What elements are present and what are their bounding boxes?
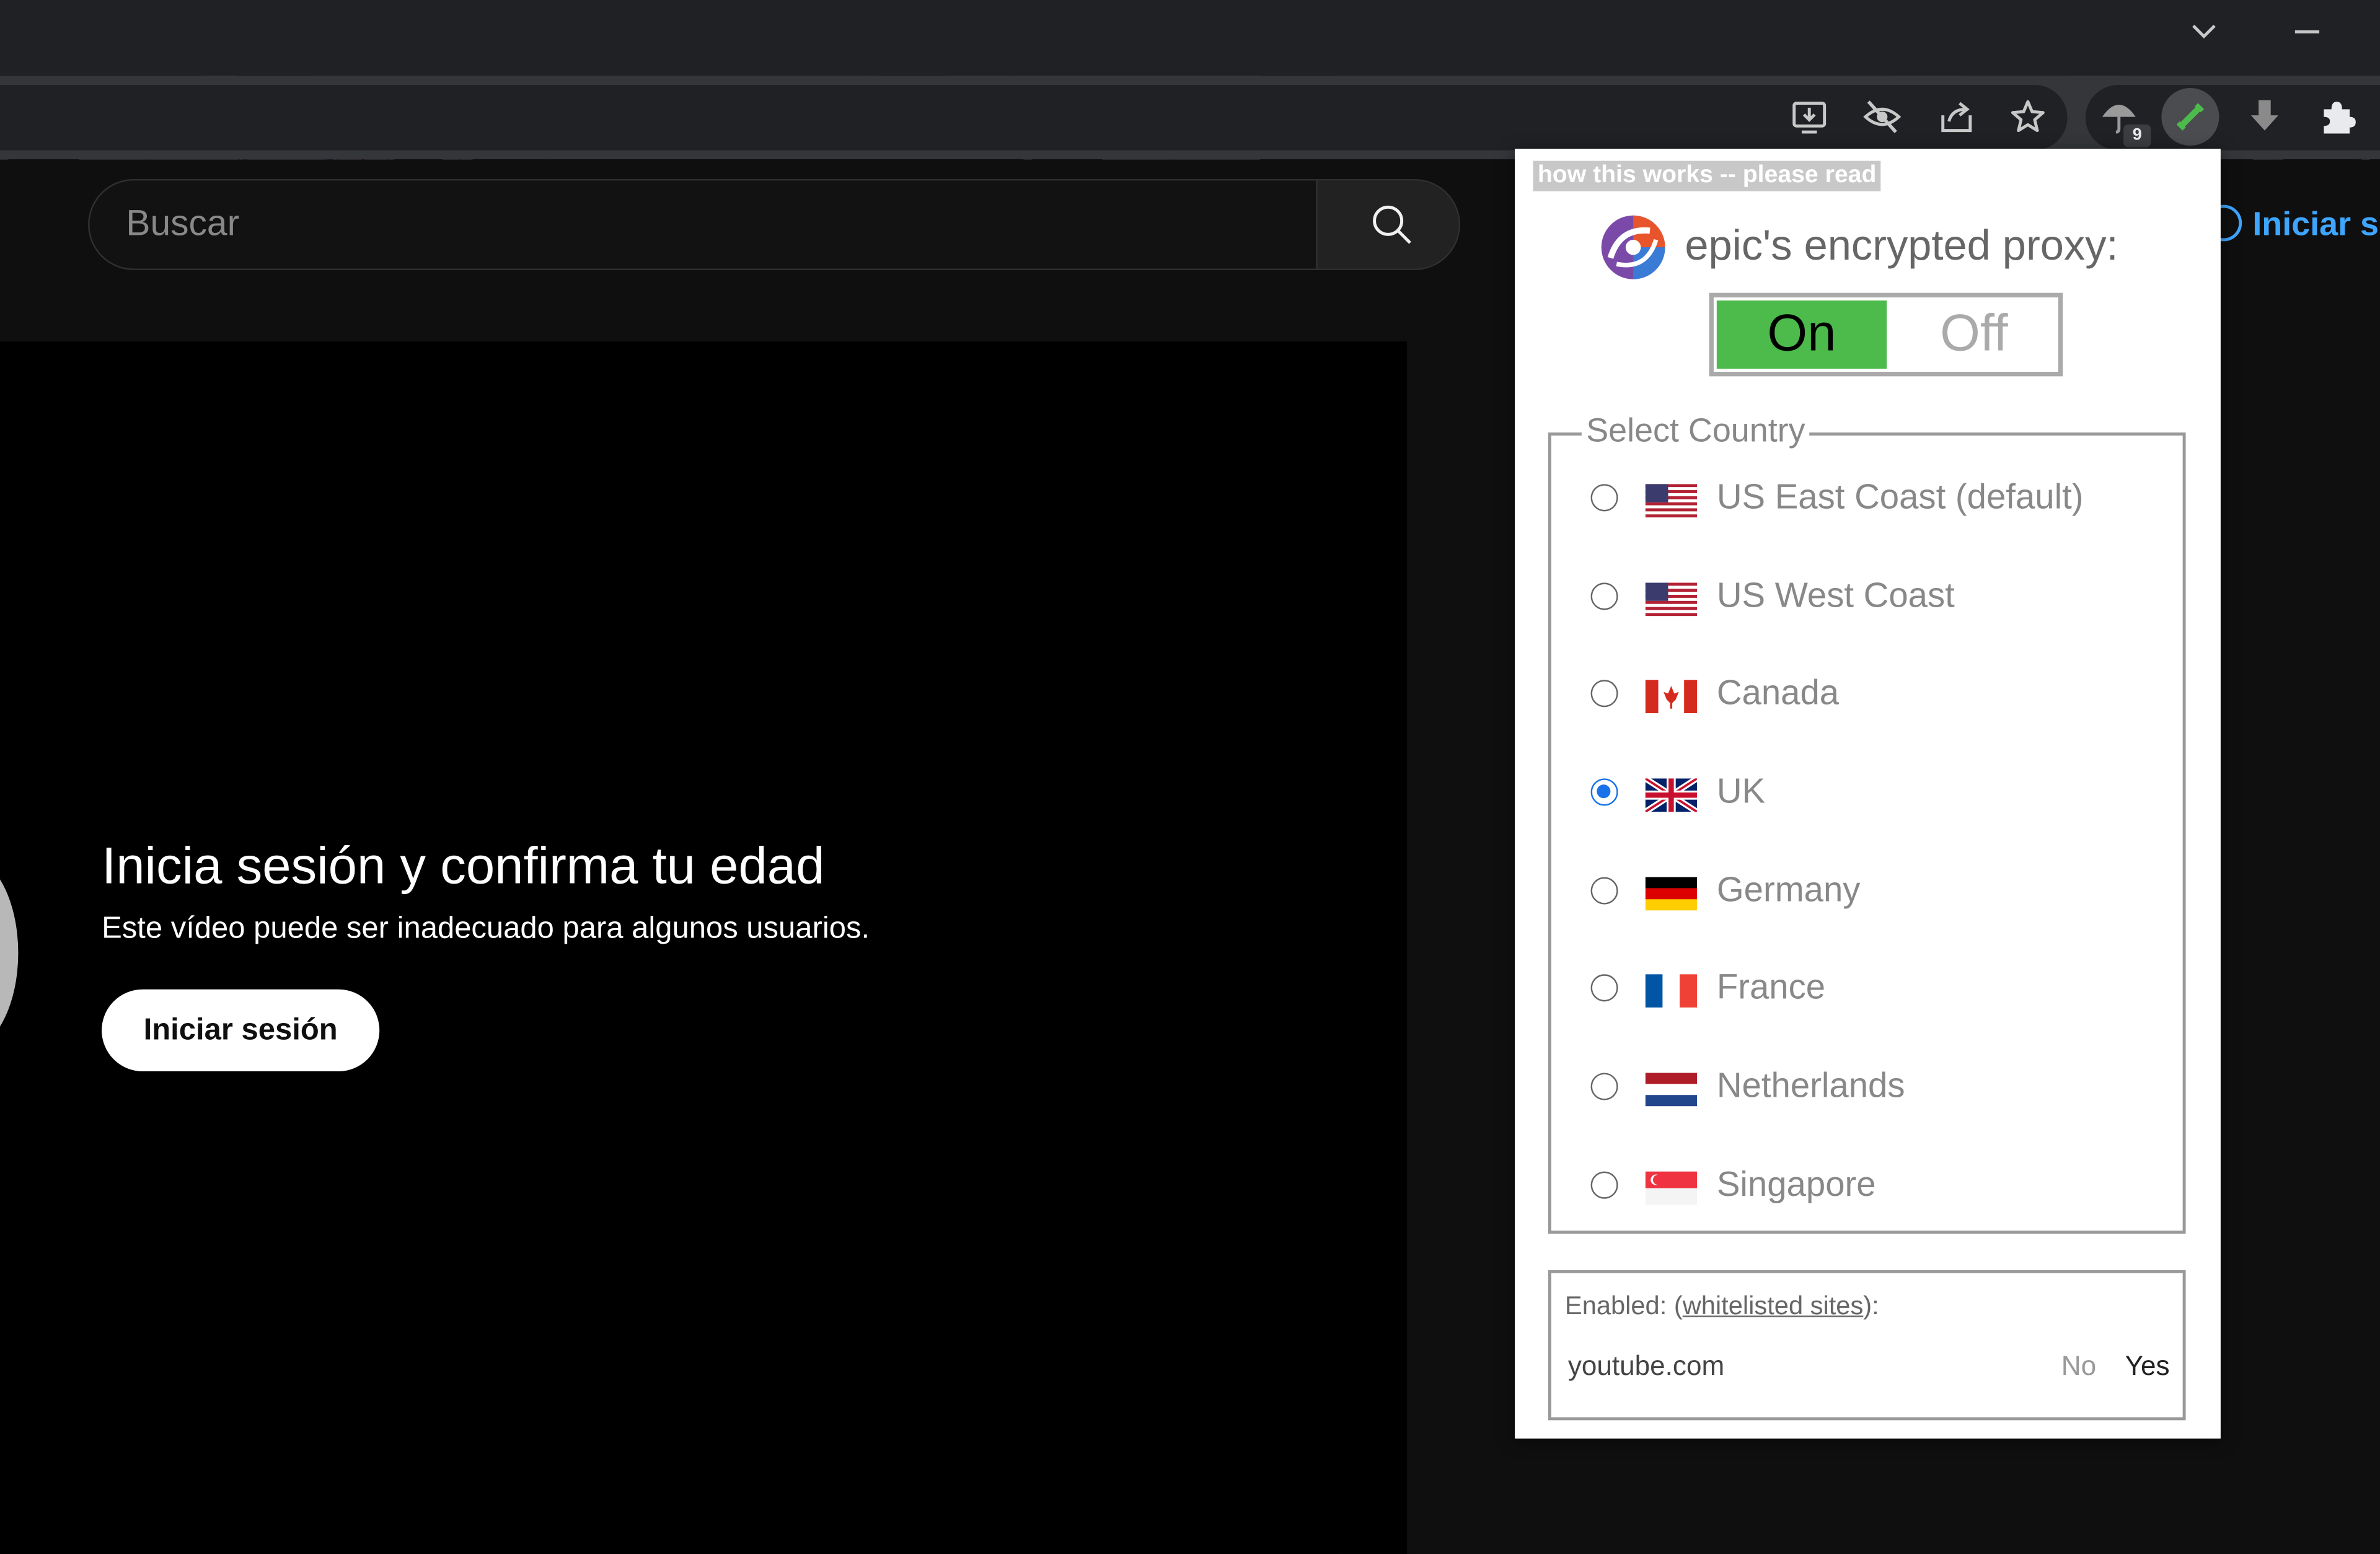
share-icon[interactable] (1937, 97, 1977, 137)
whitelist-yes-option[interactable]: Yes (2125, 1351, 2170, 1382)
radio-button[interactable] (1591, 974, 1618, 1001)
france-flag-icon (1646, 974, 1697, 1007)
address-bar[interactable] (0, 85, 2068, 150)
age-gate-subtitle: Este vídeo puede ser inadecuado para alg… (102, 912, 870, 947)
search-input[interactable] (89, 180, 1316, 268)
country-option-netherlands[interactable]: Netherlands (1551, 1058, 2183, 1118)
country-option-uk[interactable]: UK (1551, 763, 2183, 824)
puzzle-icon[interactable] (2318, 97, 2358, 137)
country-name: France (1717, 967, 1825, 1007)
download-icon[interactable] (2245, 97, 2285, 137)
singapore-flag-icon (1646, 1172, 1697, 1205)
radio-button[interactable] (1591, 582, 1618, 610)
popup-title: epic's encrypted proxy: (1685, 222, 2118, 270)
radio-button-selected[interactable] (1591, 778, 1618, 806)
enabled-label: Enabled: (whitelisted sites): (1565, 1291, 1879, 1322)
whitelist-no-option[interactable]: No (2061, 1351, 2096, 1382)
country-name: UK (1717, 771, 1765, 812)
enabled-suffix: ): (1863, 1291, 1879, 1320)
search-box (88, 179, 1460, 270)
video-player[interactable] (0, 341, 1407, 1554)
radio-button[interactable] (1591, 1172, 1618, 1199)
extension-badge: 9 (2123, 125, 2151, 147)
search-button[interactable] (1316, 180, 1460, 268)
proxy-toggle: On Off (1709, 293, 2063, 377)
country-legend: Select Country (1582, 411, 1810, 451)
country-option-singapore[interactable]: Singapore (1551, 1156, 2183, 1217)
uk-flag-icon (1646, 778, 1697, 812)
chevron-down-icon[interactable] (2187, 15, 2221, 48)
country-fieldset: Select Country US East Coast (default) U… (1548, 432, 2186, 1234)
toggle-on-button[interactable]: On (1717, 301, 1887, 369)
sign-in-label: Iniciar se (2252, 205, 2380, 245)
eye-off-icon[interactable] (1862, 97, 1902, 137)
country-name: US East Coast (default) (1717, 476, 2084, 517)
epic-proxy-popup: how this works -- please read epic's enc… (1515, 149, 2221, 1439)
radio-button[interactable] (1591, 680, 1618, 707)
country-option-france[interactable]: France (1551, 959, 2183, 1020)
epic-proxy-extension-icon (2172, 99, 2209, 135)
country-option-canada[interactable]: Canada (1551, 665, 2183, 726)
netherlands-flag-icon (1646, 1073, 1697, 1106)
install-app-icon[interactable] (1789, 97, 1829, 137)
country-option-us-west[interactable]: US West Coast (1551, 568, 2183, 628)
epic-logo-icon (1598, 213, 1668, 283)
epic-proxy-extension-button[interactable] (2161, 88, 2219, 146)
toggle-off-button[interactable]: Off (1890, 301, 2058, 369)
whitelist-box: Enabled: (whitelisted sites): youtube.co… (1548, 1270, 2186, 1420)
whitelisted-sites-link[interactable]: whitelisted sites (1683, 1291, 1864, 1320)
minimize-icon[interactable] (2293, 21, 2320, 42)
germany-flag-icon (1646, 877, 1697, 911)
country-option-germany[interactable]: Germany (1551, 862, 2183, 923)
search-icon (1370, 203, 1413, 246)
tab-strip (0, 0, 2380, 76)
country-name: US West Coast (1717, 575, 1955, 616)
bookmark-star-icon[interactable] (2008, 97, 2048, 137)
enabled-prefix: Enabled: ( (1565, 1291, 1683, 1320)
canada-flag-icon (1646, 680, 1697, 713)
radio-button[interactable] (1591, 484, 1618, 511)
country-option-us-east[interactable]: US East Coast (default) (1551, 469, 2183, 530)
country-name: Canada (1717, 672, 1839, 713)
help-link[interactable]: how this works -- please read (1533, 161, 1880, 191)
sign-in-link[interactable]: Iniciar se (2204, 199, 2380, 250)
age-gate-title: Inicia sesión y confirma tu edad (102, 838, 824, 897)
us-flag-icon (1646, 582, 1697, 616)
radio-button[interactable] (1591, 877, 1618, 905)
us-flag-icon (1646, 484, 1697, 517)
country-name: Germany (1717, 869, 1861, 910)
country-name: Netherlands (1717, 1065, 1905, 1106)
age-gate-sign-in-button[interactable]: Iniciar sesión (102, 990, 379, 1071)
radio-button[interactable] (1591, 1073, 1618, 1100)
country-name: Singapore (1717, 1164, 1876, 1205)
whitelist-site: youtube.com (1568, 1351, 1724, 1382)
